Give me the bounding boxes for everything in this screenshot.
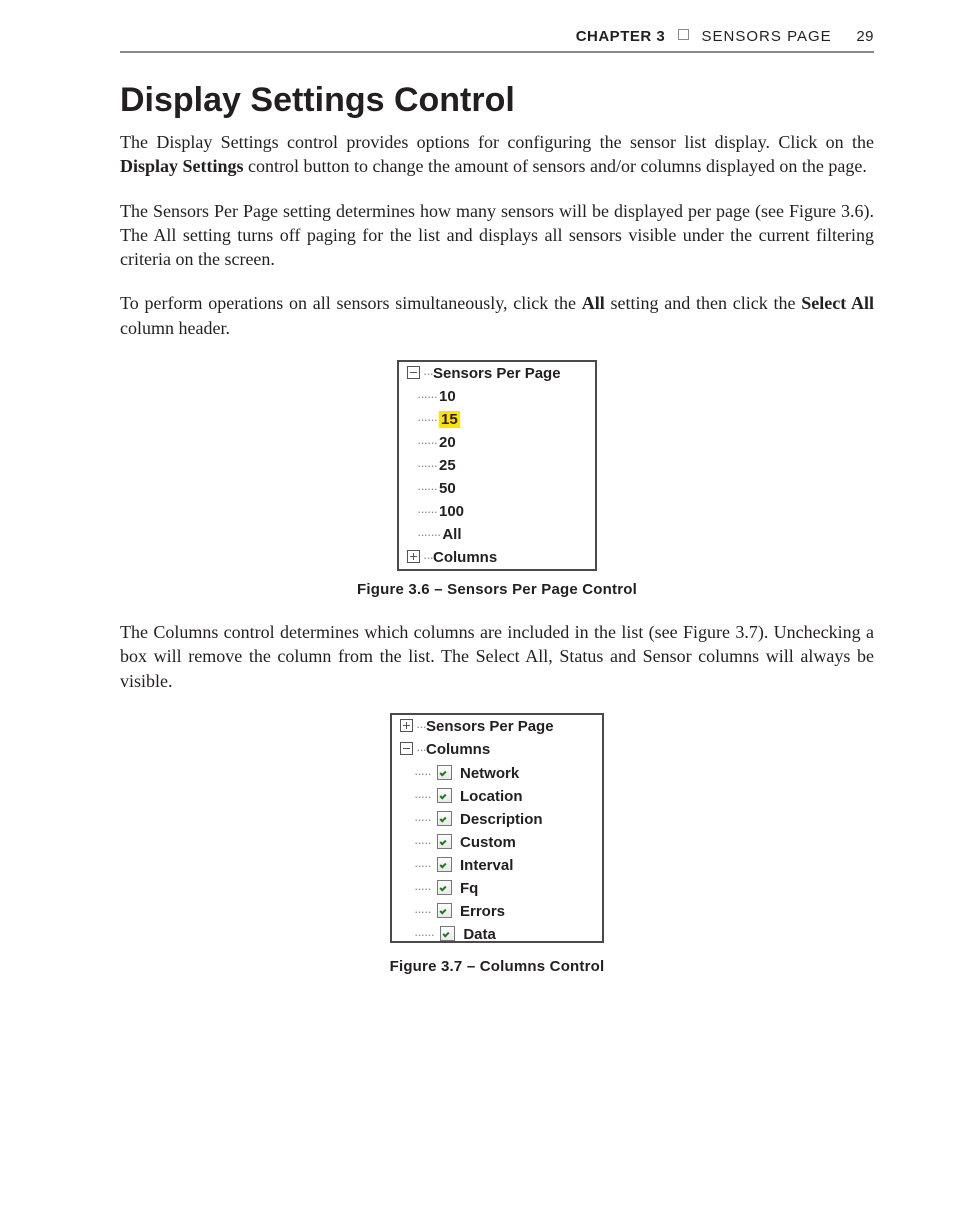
column-label: Errors bbox=[460, 903, 505, 920]
tree-node-sensors-per-page[interactable]: ···Sensors Per Page bbox=[399, 362, 595, 385]
checkbox-icon[interactable] bbox=[437, 834, 452, 849]
square-divider-icon bbox=[678, 29, 689, 40]
option-label: 100 bbox=[439, 503, 464, 520]
checkbox-icon[interactable] bbox=[437, 788, 452, 803]
option-100[interactable]: ······100 bbox=[399, 500, 595, 523]
column-label: Fq bbox=[460, 880, 478, 897]
tree-connector-icon: ··· bbox=[423, 366, 433, 381]
text: column header. bbox=[120, 318, 230, 338]
column-custom[interactable]: ····· Custom bbox=[392, 830, 602, 853]
column-label: Custom bbox=[460, 834, 516, 851]
option-all[interactable]: ·······All bbox=[399, 523, 595, 546]
bold-text: All bbox=[582, 293, 605, 313]
tree-node-label: Sensors Per Page bbox=[426, 718, 554, 735]
column-label: Location bbox=[460, 788, 523, 805]
tree-node-label: Sensors Per Page bbox=[433, 365, 561, 382]
checkbox-icon[interactable] bbox=[440, 926, 455, 941]
page-number: 29 bbox=[856, 28, 874, 45]
column-description[interactable]: ····· Description bbox=[392, 807, 602, 830]
bold-text: Select All bbox=[801, 293, 874, 313]
column-label: Data bbox=[463, 926, 496, 943]
text: setting and then click the bbox=[605, 293, 801, 313]
tree-connector-icon: ··· bbox=[416, 742, 426, 757]
column-errors[interactable]: ····· Errors bbox=[392, 899, 602, 922]
bold-text: Display Settings bbox=[120, 156, 244, 176]
figure-3-7: ···Sensors Per Page ···Columns ····· Net… bbox=[120, 713, 874, 948]
tree-node-columns[interactable]: ···Columns bbox=[392, 738, 602, 761]
option-15[interactable]: ······15 bbox=[399, 408, 595, 431]
option-label: All bbox=[442, 526, 461, 543]
running-header: CHAPTER 3 SENSORS PAGE 29 bbox=[120, 20, 874, 53]
option-20[interactable]: ······20 bbox=[399, 431, 595, 454]
checkbox-icon[interactable] bbox=[437, 857, 452, 872]
sensors-per-page-tree: ···Sensors Per Page ······10 ······15 ··… bbox=[397, 360, 597, 571]
paragraph-3: To perform operations on all sensors sim… bbox=[120, 291, 874, 340]
text: The Display Settings control provides op… bbox=[120, 132, 874, 152]
text: To perform operations on all sensors sim… bbox=[120, 293, 582, 313]
column-fq[interactable]: ····· Fq bbox=[392, 876, 602, 899]
collapse-icon bbox=[407, 366, 420, 379]
column-network[interactable]: ····· Network bbox=[392, 761, 602, 784]
tree-node-label: Columns bbox=[426, 741, 490, 758]
figure-3-7-caption: Figure 3.7 – Columns Control bbox=[120, 958, 874, 975]
column-interval[interactable]: ····· Interval bbox=[392, 853, 602, 876]
checkbox-icon[interactable] bbox=[437, 765, 452, 780]
tree-connector-icon: ··· bbox=[423, 550, 433, 565]
column-location[interactable]: ····· Location bbox=[392, 784, 602, 807]
option-label: 10 bbox=[439, 388, 456, 405]
checkbox-icon[interactable] bbox=[437, 880, 452, 895]
option-25[interactable]: ······25 bbox=[399, 454, 595, 477]
checkbox-icon[interactable] bbox=[437, 903, 452, 918]
paragraph-2: The Sensors Per Page setting determines … bbox=[120, 199, 874, 272]
text: control button to change the amount of s… bbox=[244, 156, 867, 176]
paragraph-1: The Display Settings control provides op… bbox=[120, 130, 874, 179]
option-label: 50 bbox=[439, 480, 456, 497]
column-label: Interval bbox=[460, 857, 513, 874]
expand-icon bbox=[400, 719, 413, 732]
paragraph-4: The Columns control determines which col… bbox=[120, 620, 874, 693]
column-label: Network bbox=[460, 765, 519, 782]
section-heading: Display Settings Control bbox=[120, 81, 874, 120]
column-data[interactable]: ······ Data bbox=[392, 922, 602, 943]
tree-connector-icon: ··· bbox=[416, 719, 426, 734]
option-label: 25 bbox=[439, 457, 456, 474]
columns-tree: ···Sensors Per Page ···Columns ····· Net… bbox=[390, 713, 604, 943]
collapse-icon bbox=[400, 742, 413, 755]
option-10[interactable]: ······10 bbox=[399, 385, 595, 408]
column-label: Description bbox=[460, 811, 543, 828]
expand-icon bbox=[407, 550, 420, 563]
figure-3-6: ···Sensors Per Page ······10 ······15 ··… bbox=[120, 360, 874, 571]
tree-node-columns[interactable]: ···Columns bbox=[399, 546, 595, 569]
option-50[interactable]: ······50 bbox=[399, 477, 595, 500]
tree-node-sensors-per-page[interactable]: ···Sensors Per Page bbox=[392, 715, 602, 738]
option-label-selected: 15 bbox=[439, 411, 460, 428]
checkbox-icon[interactable] bbox=[437, 811, 452, 826]
section-label: SENSORS PAGE bbox=[702, 28, 832, 45]
tree-node-label: Columns bbox=[433, 549, 497, 566]
option-label: 20 bbox=[439, 434, 456, 451]
chapter-label: CHAPTER 3 bbox=[576, 28, 666, 45]
figure-3-6-caption: Figure 3.6 – Sensors Per Page Control bbox=[120, 581, 874, 598]
